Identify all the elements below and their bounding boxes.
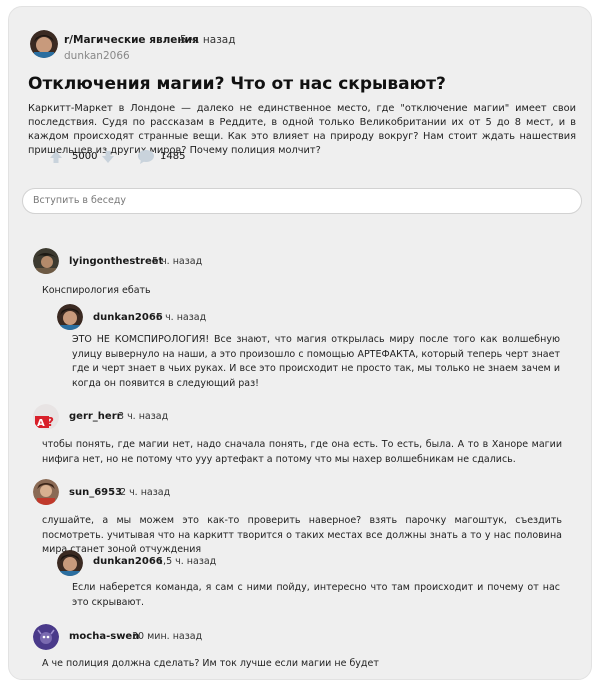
post-title: Отключения магии? Что от нас скрывают? — [28, 74, 446, 94]
avatar-mocha-swen[interactable] — [33, 624, 59, 650]
avatar-dunkan2066[interactable] — [57, 304, 83, 330]
comment-username[interactable]: dunkan2066 — [93, 556, 163, 567]
comment-icon[interactable] — [137, 149, 155, 164]
post-time: 5 ч. назад — [180, 34, 236, 46]
avatar-lyingonthestreet[interactable] — [33, 248, 59, 274]
comment-text: Конспирология ебать — [42, 285, 151, 296]
comment-username[interactable]: lyingonthestreet — [69, 256, 163, 267]
author-avatar[interactable] — [30, 30, 58, 58]
comment-time: 3 ч. назад — [118, 411, 169, 422]
comment-time: 2 ч. назад — [120, 487, 171, 498]
comment-text: Если наберется команда, я сам с ними пой… — [72, 582, 560, 608]
comment-time: 5 ч. назад — [156, 312, 207, 323]
comment-time: 1,5 ч. назад — [157, 556, 217, 567]
comment-username[interactable]: gerr_herr — [69, 411, 122, 422]
comment-text: чтобы понять, где магии нет, надо сначал… — [42, 439, 562, 465]
comment-username[interactable]: mocha-swen — [69, 631, 139, 642]
svg-text:A: A — [37, 418, 45, 429]
downvote-icon[interactable] — [101, 150, 115, 164]
vote-count: 5000 — [72, 151, 98, 162]
comment-text: слушайте, а мы можем это как-то проверит… — [42, 515, 562, 555]
avatar-gerr-herr[interactable]: A ? — [33, 404, 59, 430]
upvote-icon[interactable] — [49, 150, 63, 164]
comment-count: 1485 — [160, 151, 186, 162]
post-author[interactable]: dunkan2066 — [64, 50, 130, 62]
comment-time: 30 мин. назад — [132, 631, 203, 642]
avatar-dunkan2066[interactable] — [57, 550, 83, 576]
comment-username[interactable]: sun_6953 — [69, 487, 122, 498]
comment-input[interactable]: Вступить в беседу — [22, 188, 582, 214]
comment-text: ЭТО НЕ КОМСПИРОЛОГИЯ! Все знают, что маг… — [72, 334, 560, 389]
subreddit-name[interactable]: r/Магические явления — [64, 34, 199, 46]
svg-text:?: ? — [47, 415, 54, 429]
comment-time: 5 ч. назад — [152, 256, 203, 267]
comment-text: А че полиция должна сделать? Им ток лучш… — [42, 658, 379, 669]
comment-username[interactable]: dunkan2066 — [93, 312, 163, 323]
avatar-sun-6953[interactable] — [33, 479, 59, 505]
